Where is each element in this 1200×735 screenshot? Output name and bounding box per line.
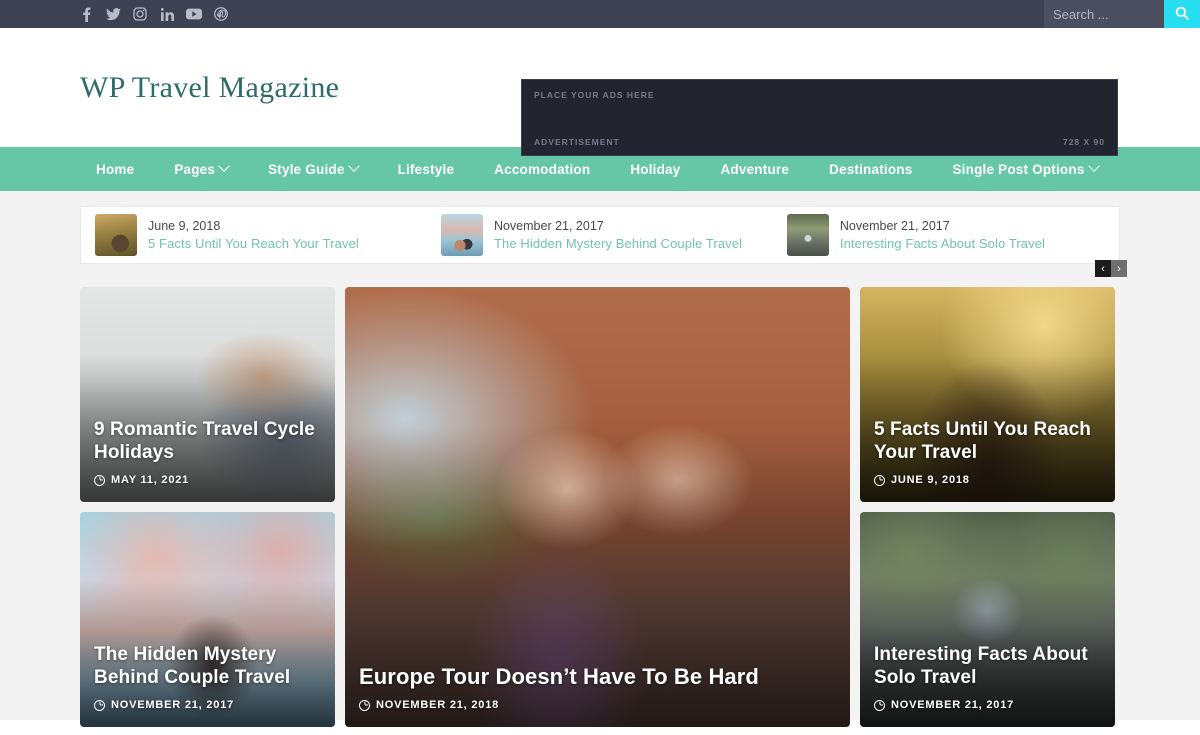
ticker-thumbnail [786,214,829,256]
post-date: NOVEMBER 21, 2018 [359,699,836,711]
news-ticker: June 9, 2018 5 Facts Until You Reach You… [80,206,1127,277]
ticker-prev-button[interactable]: ‹ [1095,260,1111,277]
ticker-title[interactable]: 5 Facts Until You Reach Your Travel [148,235,359,254]
clock-icon [359,699,370,711]
nav-label: Adventure [720,161,790,177]
nav-label: Style Guide [268,161,345,177]
post-title: 9 Romantic Travel Cycle Holidays [94,418,315,464]
post-title: The Hidden Mystery Behind Couple Travel [94,643,291,689]
clock-icon [94,699,105,711]
clock-icon [874,474,885,486]
ticker-item[interactable]: June 9, 2018 5 Facts Until You Reach You… [81,214,427,256]
nav-item-home[interactable]: Home [96,162,134,177]
clock-icon [94,474,105,486]
nav-item-holiday[interactable]: Holiday [630,162,680,177]
search-area [1044,0,1200,28]
social-links [78,6,229,22]
post-date: MAY 11, 2021 [94,474,321,486]
ticker-title[interactable]: Interesting Facts About Solo Travel [840,235,1045,254]
ticker-date: June 9, 2018 [148,218,221,233]
post-title: 5 Facts Until You Reach Your Travel [874,418,1091,464]
post-card-romantic-travel-cycle-holidays[interactable]: 9 Romantic Travel Cycle Holidays MAY 11,… [80,287,335,502]
ad-bottom-label: ADVERTISEMENT [534,137,620,147]
post-title: Europe Tour Doesn’t Have To Be Hard [359,663,759,689]
page-content: June 9, 2018 5 Facts Until You Reach You… [0,191,1200,727]
pinterest-icon[interactable] [213,6,229,22]
nav-label: Home [96,161,135,177]
post-card-hidden-mystery-behind-couple-travel[interactable]: The Hidden Mystery Behind Couple Travel … [80,512,335,727]
ticker-title[interactable]: The Hidden Mystery Behind Couple Travel [494,235,742,254]
post-date-text: JUNE 9, 2018 [891,474,970,486]
post-card-interesting-facts-about-solo-travel[interactable]: Interesting Facts About Solo Travel NOVE… [860,512,1115,727]
ad-top-label: PLACE YOUR ADS HERE [534,90,655,100]
nav-item-adventure[interactable]: Adventure [720,162,789,177]
post-grid: 9 Romantic Travel Cycle Holidays MAY 11,… [80,287,1120,727]
nav-item-pages[interactable]: Pages [174,160,230,177]
nav-label: Pages [174,161,216,177]
nav-label: Accomodation [494,161,591,177]
post-card-europe-tour[interactable]: Europe Tour Doesn’t Have To Be Hard NOVE… [345,287,850,727]
nav-item-accomodation[interactable]: Accomodation [494,162,590,177]
nav-item-single-post-options[interactable]: Single Post Options [952,160,1100,177]
ticker-next-button[interactable]: › [1111,260,1127,277]
ad-size-label: 728 X 90 [1062,137,1105,147]
image-overlay [345,287,850,727]
chevron-down-icon [347,160,360,172]
post-date: JUNE 9, 2018 [874,474,1101,486]
search-input[interactable] [1044,0,1164,28]
chevron-down-icon [218,160,230,172]
ticker-thumbnail [440,214,483,256]
search-icon [1175,6,1189,23]
ticker-thumbnail [95,214,137,256]
site-logo[interactable]: WP Travel Magazine [80,71,339,105]
nav-label: Single Post Options [952,161,1085,177]
top-bar [0,0,1200,28]
chevron-down-icon [1087,160,1100,172]
search-button[interactable] [1164,0,1200,28]
nav-label: Holiday [630,161,681,177]
facebook-icon[interactable] [78,6,94,22]
post-date-text: NOVEMBER 21, 2018 [376,699,500,711]
ticker-date: November 21, 2017 [839,218,950,233]
post-date-text: MAY 11, 2021 [111,474,190,486]
nav-label: Lifestyle [397,161,455,177]
instagram-icon[interactable] [132,6,148,22]
ticker-item[interactable]: November 21, 2017 The Hidden Mystery Beh… [427,214,773,256]
post-card-5-facts-until-you-reach-your-travel[interactable]: 5 Facts Until You Reach Your Travel JUNE… [860,287,1115,502]
linkedin-icon[interactable] [159,6,175,22]
post-date: NOVEMBER 21, 2017 [94,699,321,711]
post-date-text: NOVEMBER 21, 2017 [111,699,235,711]
post-date-text: NOVEMBER 21, 2017 [891,699,1015,711]
nav-item-destinations[interactable]: Destinations [829,162,912,177]
clock-icon [874,699,885,711]
post-title: Interesting Facts About Solo Travel [874,643,1088,689]
post-date: NOVEMBER 21, 2017 [874,699,1101,711]
twitter-icon[interactable] [105,6,121,22]
nav-item-style-guide[interactable]: Style Guide [268,160,360,177]
advertisement-banner[interactable]: PLACE YOUR ADS HERE ADVERTISEMENT 728 X … [521,79,1118,156]
site-header: WP Travel Magazine PLACE YOUR ADS HERE A… [0,28,1200,156]
ticker-navigation: ‹ › [1095,260,1127,277]
nav-item-lifestyle[interactable]: Lifestyle [398,162,455,177]
ticker-date: November 21, 2017 [493,218,604,233]
nav-label: Destinations [829,161,913,177]
ticker-item[interactable]: November 21, 2017 Interesting Facts Abou… [773,214,1119,256]
youtube-icon[interactable] [186,6,202,22]
